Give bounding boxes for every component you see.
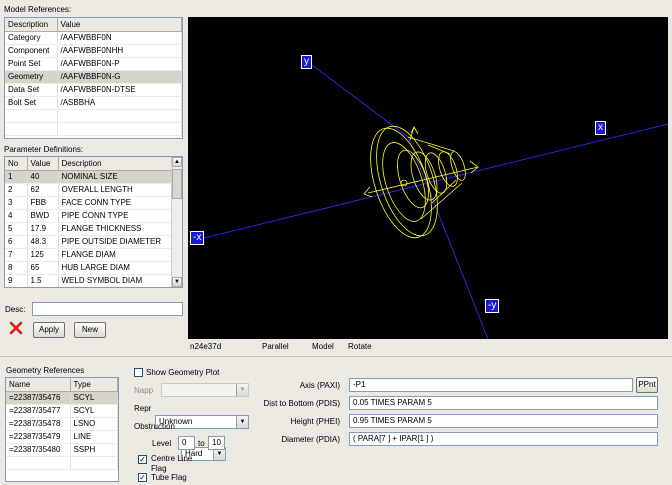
table-row[interactable]: =22387/35477 SCYL bbox=[6, 404, 118, 418]
repr-label: Repr bbox=[134, 404, 152, 413]
parameter-table-scrollbar[interactable]: ▲ ▼ bbox=[171, 157, 182, 287]
level-to-label: to bbox=[198, 439, 205, 448]
table-row[interactable]: Category/AAFWBBF0N bbox=[5, 31, 182, 45]
table-row[interactable]: =22387/35480 SSPH bbox=[6, 443, 118, 457]
apply-button[interactable]: Apply bbox=[33, 322, 65, 338]
table-row-empty[interactable] bbox=[5, 109, 182, 123]
column-name[interactable]: Name bbox=[6, 378, 71, 392]
show-geometry-plot-label: Show Geometry Plot bbox=[146, 368, 220, 377]
model-references-title: Model References: bbox=[4, 5, 72, 14]
table-row[interactable]: 6 48.3 PIPE OUTSIDE DIAMETER bbox=[5, 235, 172, 249]
table-row-empty[interactable] bbox=[5, 122, 182, 136]
scroll-thumb[interactable] bbox=[172, 169, 182, 199]
table-row[interactable]: 4 BWD PIPE CONN TYPE bbox=[5, 209, 172, 223]
geometry-references-table[interactable]: Name Type =22387/35476 SCYL =22387/35477 S… bbox=[5, 377, 119, 482]
table-row[interactable]: 8 65 HUB LARGE DIAM bbox=[5, 261, 172, 275]
column-value[interactable]: Value bbox=[27, 157, 59, 171]
diameter-label: Diameter (PDIA) bbox=[281, 435, 340, 444]
desc-label: Desc: bbox=[5, 305, 26, 314]
napp-label: Napp bbox=[134, 386, 154, 395]
axis-neg-x-label: -x bbox=[190, 231, 205, 245]
table-row[interactable]: 5 17.9 FLANGE THICKNESS bbox=[5, 222, 172, 236]
napp-select[interactable]: ▼ bbox=[161, 383, 249, 397]
level-to-input[interactable]: 10 bbox=[208, 436, 225, 450]
viewer-status-element: n24e37d bbox=[190, 342, 222, 351]
tube-flag-label: Tube Flag bbox=[151, 473, 187, 482]
column-no[interactable]: No bbox=[5, 157, 28, 171]
table-row-selected[interactable]: Geometry/AAFWBBF0N-G bbox=[5, 70, 182, 84]
table-row[interactable]: =22387/35479 LINE bbox=[6, 430, 118, 444]
column-value[interactable]: Value bbox=[57, 18, 182, 32]
show-geometry-plot-checkbox[interactable] bbox=[134, 368, 143, 377]
cancel-x-icon[interactable] bbox=[9, 321, 23, 335]
geometry-viewer[interactable]: y x -x -y bbox=[188, 17, 668, 339]
axis-y-label: y bbox=[301, 55, 312, 69]
table-row-empty[interactable] bbox=[6, 456, 118, 470]
table-row[interactable]: =22387/35478 LSNO bbox=[6, 417, 118, 431]
centre-line-flag-label: Centre Line Flag bbox=[151, 454, 193, 473]
divider bbox=[0, 356, 672, 357]
table-row[interactable]: 9 1.5 WELD SYMBOL DIAM bbox=[5, 274, 172, 287]
axis-x-label: x bbox=[595, 121, 606, 135]
column-description[interactable]: Description bbox=[5, 18, 58, 32]
ppnt-button[interactable]: PPnt bbox=[636, 377, 658, 393]
table-row-selected[interactable]: =22387/35476 SCYL bbox=[6, 391, 118, 405]
viewer-status-mode[interactable]: Model bbox=[312, 342, 334, 351]
dist-to-bottom-input[interactable]: 0.05 TIMES PARAM 5 bbox=[349, 396, 658, 410]
column-type[interactable]: Type bbox=[70, 378, 118, 392]
axis-label: Axis (PAXI) bbox=[299, 381, 340, 390]
height-label: Height (PHEI) bbox=[290, 417, 340, 426]
parameter-definitions-title: Parameter Definitions: bbox=[4, 145, 84, 154]
scroll-down-icon[interactable]: ▼ bbox=[172, 277, 182, 287]
new-button[interactable]: New bbox=[74, 322, 106, 338]
level-label: Level bbox=[152, 439, 172, 448]
table-row[interactable]: 7 125 FLANGE DIAM bbox=[5, 248, 172, 262]
table-row[interactable]: Point Set/AAFWBBF0N-P bbox=[5, 57, 182, 71]
parameter-definitions-table[interactable]: No Value Description 1 40 NOMINAL SIZE 2 62… bbox=[4, 156, 183, 288]
table-row[interactable]: 3 FBB FACE CONN TYPE bbox=[5, 196, 172, 210]
table-row[interactable]: Component/AAFWBBF0NHH bbox=[5, 44, 182, 58]
centre-line-flag-checkbox[interactable]: ✓ bbox=[138, 455, 147, 464]
axis-neg-y-label: -y bbox=[485, 299, 500, 313]
tube-flag-checkbox[interactable]: ✓ bbox=[138, 473, 147, 482]
dist-to-bottom-label: Dist to Bottom (PDIS) bbox=[263, 399, 340, 408]
geometry-references-title: Geometry References bbox=[6, 366, 85, 375]
table-row[interactable]: Data Set/AAFWBBF0N-DTSE bbox=[5, 83, 182, 97]
viewer-canvas bbox=[188, 64, 668, 339]
height-input[interactable]: 0.95 TIMES PARAM 5 bbox=[349, 414, 658, 428]
geometry-model bbox=[363, 125, 479, 239]
table-row-selected[interactable]: 1 40 NOMINAL SIZE bbox=[5, 170, 172, 184]
chevron-down-icon: ▼ bbox=[236, 384, 248, 396]
table-row[interactable]: Bolt Set/ASBBHA bbox=[5, 96, 182, 110]
axis-input[interactable]: -P1 bbox=[349, 378, 633, 392]
model-references-table[interactable]: Description Value Category/AAFWBBF0N Com… bbox=[4, 17, 183, 139]
obstruction-label: Obstruction bbox=[134, 422, 175, 431]
viewer-status-projection[interactable]: Parallel bbox=[262, 342, 289, 351]
desc-input[interactable] bbox=[32, 302, 183, 316]
viewer-status-action[interactable]: Rotate bbox=[348, 342, 372, 351]
scroll-up-icon[interactable]: ▲ bbox=[172, 157, 182, 167]
table-row[interactable]: 2 62 OVERALL LENGTH bbox=[5, 183, 172, 197]
level-from-input[interactable]: 0 bbox=[178, 436, 195, 450]
diameter-input[interactable]: ( PARA[7 ] + IPAR[1 ] ) bbox=[349, 432, 658, 446]
column-description[interactable]: Description bbox=[58, 157, 172, 171]
chevron-down-icon: ▼ bbox=[236, 416, 248, 428]
